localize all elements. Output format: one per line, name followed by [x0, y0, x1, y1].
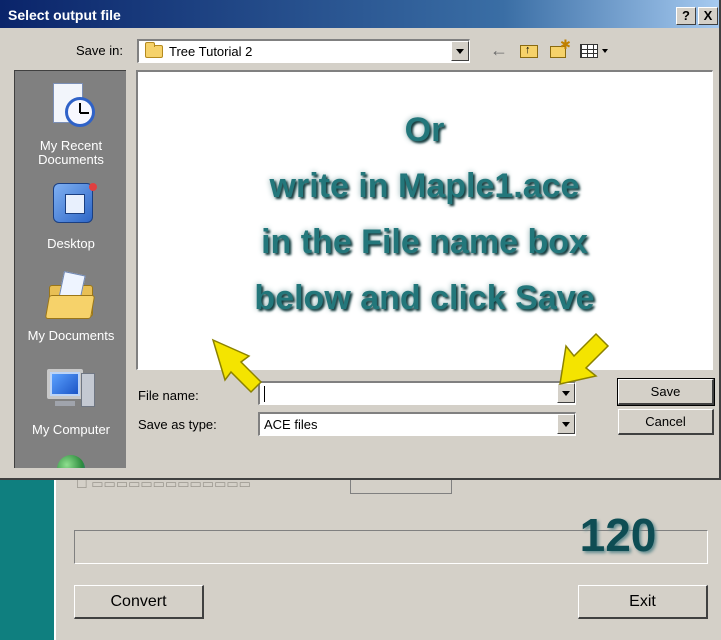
save-as-type-value: ACE files [264, 417, 318, 432]
cancel-button[interactable]: Cancel [618, 409, 714, 435]
instruction-line: in the File name box [261, 223, 588, 261]
save-as-type-dropdown[interactable]: ACE files [258, 412, 576, 436]
save-as-type-dropdown-arrow[interactable] [557, 414, 575, 434]
file-list-area[interactable]: Or write in Maple1.ace in the File name … [136, 70, 713, 370]
my-computer-icon [43, 363, 99, 419]
place-my-computer[interactable]: My Computer [15, 363, 126, 437]
help-button[interactable]: ? [676, 7, 696, 25]
instruction-line: write in Maple1.ace [269, 167, 580, 205]
folder-icon [145, 42, 163, 58]
annotation-arrow-right [559, 332, 610, 385]
place-label: Desktop [47, 236, 95, 251]
file-name-label: File name: [138, 388, 199, 403]
save-in-label: Save in: [76, 43, 123, 58]
place-label: My Recent [39, 138, 103, 153]
place-my-network[interactable] [15, 453, 126, 468]
annotation-arrow-left [211, 338, 263, 394]
desktop-icon [43, 177, 99, 233]
progress-value: 120 [579, 509, 657, 561]
views-menu-icon[interactable] [578, 40, 612, 60]
place-desktop[interactable]: Desktop [15, 177, 126, 251]
back-arrow-icon[interactable]: ← [490, 40, 510, 60]
exit-button[interactable]: Exit [578, 585, 708, 619]
desktop-background [0, 470, 54, 640]
close-button[interactable]: X [698, 7, 718, 25]
file-name-combo[interactable] [258, 381, 576, 405]
my-network-icon [43, 453, 99, 468]
save-in-dropdown-arrow[interactable] [451, 41, 469, 61]
obscured-control [350, 478, 452, 494]
dialog-title-bar[interactable]: Select output file ? X [0, 0, 719, 28]
instruction-line: below and click Save [254, 279, 595, 317]
dialog-title: Select output file [8, 7, 121, 23]
place-my-documents[interactable]: My Documents [15, 269, 126, 343]
save-as-type-label: Save as type: [138, 417, 217, 432]
save-button[interactable]: Save [617, 378, 715, 406]
save-in-value: Tree Tutorial 2 [169, 44, 253, 59]
place-my-recent-documents[interactable]: My Recent Documents [15, 79, 126, 167]
recent-documents-icon [43, 79, 99, 135]
new-folder-icon[interactable]: ✱ [548, 37, 571, 60]
file-name-input[interactable] [262, 385, 552, 403]
places-bar: My Recent Documents Desktop My Documents… [14, 70, 126, 468]
place-label: My Documents [27, 328, 115, 343]
place-label: Documents [38, 152, 104, 167]
save-in-dropdown[interactable]: Tree Tutorial 2 [137, 39, 470, 63]
up-one-level-icon[interactable]: ↑ [518, 40, 540, 60]
instruction-line: Or [404, 111, 445, 149]
convert-button[interactable]: Convert [74, 585, 204, 619]
save-file-dialog: Select output file ? X Save in: Tree Tut… [0, 0, 721, 480]
place-label: My Computer [31, 422, 111, 437]
my-documents-icon [43, 269, 99, 325]
